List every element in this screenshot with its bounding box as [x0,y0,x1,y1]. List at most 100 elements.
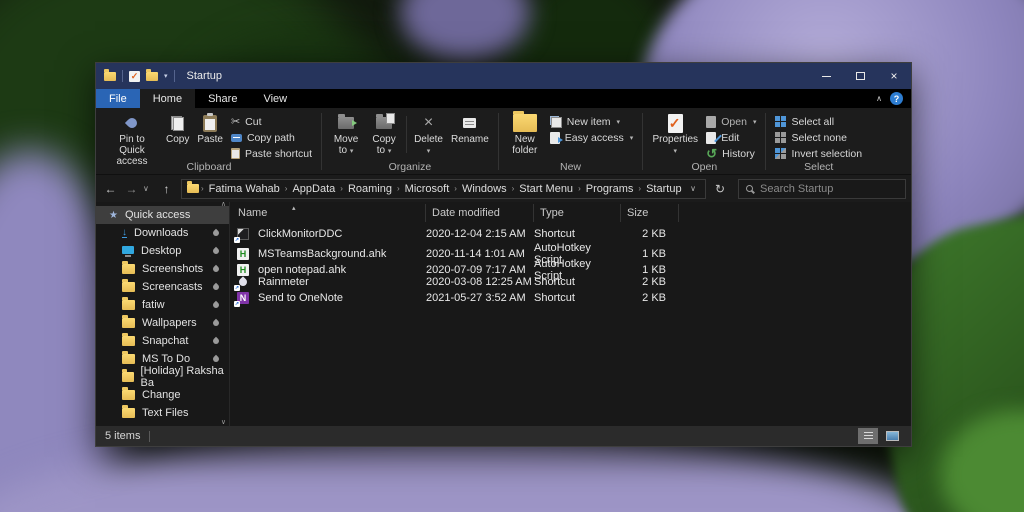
new-folder-icon [513,114,537,132]
toolbar-separator [122,70,123,82]
file-row-clickmonitorddc[interactable]: ClickMonitorDDC 2020-12-04 2:15 AM Short… [236,226,911,242]
file-date: 2020-03-08 12:25 AM [426,276,534,288]
button-label: Properties [652,134,698,145]
sidebar-item-text-files[interactable]: Text Files [96,404,229,422]
history-button[interactable]: ↺ History [702,146,760,161]
file-row-open-notepad[interactable]: open notepad.ahk 2020-07-09 7:17 AM Auto… [236,258,911,274]
tab-home[interactable]: Home [140,89,195,108]
button-label: Edit [721,132,739,144]
file-name: open notepad.ahk [258,264,426,276]
toolbar-separator [174,70,175,82]
file-row-send-to-onenote[interactable]: Send to OneNote 2021-05-27 3:52 AM Short… [236,290,911,306]
invert-selection-button[interactable]: Invert selection [771,146,866,161]
copy-button[interactable]: Copy [162,110,193,145]
tab-view[interactable]: View [250,89,300,108]
pin-to-quick-access-button[interactable]: Pin to Quick access [102,110,162,167]
minimize-button[interactable] [809,63,843,89]
paste-shortcut-button[interactable]: Paste shortcut [227,146,316,161]
cut-button[interactable]: ✂ Cut [227,114,316,129]
copy-path-button[interactable]: Copy path [227,130,316,145]
new-folder-button[interactable]: New folder [504,110,546,156]
back-button[interactable]: ← [101,182,120,196]
file-row-rainmeter[interactable]: Rainmeter 2020-03-08 12:25 AM Shortcut 2… [236,274,911,290]
folder-icon [122,390,135,400]
dropdown-caret-icon: ▾ [414,146,443,157]
search-input[interactable] [760,183,898,195]
tab-share[interactable]: Share [195,89,250,108]
details-view-button[interactable] [858,428,878,444]
sidebar-item-quick-access[interactable]: ★ Quick access [96,206,229,224]
file-size: 2 KB [621,228,679,240]
properties-button[interactable]: ✓ Properties ▾ [648,110,702,157]
column-header-name[interactable]: ▴ Name [236,204,426,222]
thumbnails-view-icon [886,431,899,441]
sidebar-item-label: Quick access [125,209,190,221]
forward-button[interactable]: → [122,182,141,196]
sidebar-item-screencasts[interactable]: Screencasts [96,278,229,296]
sidebar-item-downloads[interactable]: ↓ Downloads [96,224,229,242]
tab-file[interactable]: File [96,89,140,108]
folder-icon [122,318,135,328]
customize-toolbar-caret-icon[interactable]: ▾ [164,72,168,80]
up-button[interactable]: ↑ [157,182,176,196]
open-button[interactable]: Open ▾ [702,114,760,129]
file-type: Shortcut [534,276,621,288]
copy-to-button[interactable]: Copy to ▾ [365,110,403,157]
pin-icon [212,301,220,309]
properties-quick-button[interactable]: ✓ [129,71,140,82]
new-item-button[interactable]: New item ▾ [546,114,637,129]
breadcrumb-segment[interactable]: Startup [643,183,684,195]
breadcrumb-segment[interactable]: Fatima Wahab [206,183,283,195]
paste-button[interactable]: Paste [193,110,227,145]
group-label: Select [767,161,870,173]
breadcrumb-segment[interactable]: Roaming [345,183,395,195]
new-folder-quick-button[interactable] [146,72,158,81]
select-all-button[interactable]: Select all [771,114,866,129]
column-header-date-modified[interactable]: Date modified [426,204,534,222]
breadcrumb-segment[interactable]: Windows [459,183,510,195]
collapse-ribbon-icon[interactable]: ∧ [876,94,882,103]
recent-locations-caret-icon[interactable]: ∨ [143,184,155,193]
edit-button[interactable]: Edit [702,130,760,145]
search-box[interactable] [738,179,906,199]
sidebar-item-snapchat[interactable]: Snapchat [96,332,229,350]
close-button[interactable]: × [877,63,911,89]
sidebar-scroll-down-icon[interactable]: ∨ [221,418,226,426]
address-dropdown-caret-icon[interactable]: ∨ [686,184,700,193]
help-icon[interactable]: ? [890,92,903,105]
sort-ascending-icon: ▴ [292,200,296,218]
sidebar-item-wallpapers[interactable]: Wallpapers [96,314,229,332]
history-icon: ↺ [706,146,717,162]
select-none-button[interactable]: Select none [771,130,866,145]
thumbnails-view-button[interactable] [882,428,902,444]
maximize-button[interactable] [843,63,877,89]
column-header-size[interactable]: Size [621,204,679,222]
ribbon-separator [498,113,499,170]
column-header-label: Name [238,207,267,219]
check-icon: ✓ [669,115,681,132]
sidebar-item-desktop[interactable]: Desktop [96,242,229,260]
breadcrumb-segment[interactable]: AppData [289,183,338,195]
breadcrumb-segment[interactable]: Microsoft [402,183,453,195]
delete-button[interactable]: × Delete ▾ [410,110,447,157]
sidebar-item-screenshots[interactable]: Screenshots [96,260,229,278]
window-folder-icon [104,72,116,81]
rename-button[interactable]: Rename [447,110,493,145]
copy-path-icon [231,134,242,142]
file-date: 2021-05-27 3:52 AM [426,292,534,304]
column-header-empty [679,204,911,222]
breadcrumb[interactable]: › Fatima Wahab › AppData › Roaming › Mic… [181,179,706,199]
easy-access-button[interactable]: Easy access ▾ [546,130,637,145]
sidebar-item-holiday-raksha[interactable]: [Holiday] Raksha Ba [96,368,229,386]
move-to-button[interactable]: Move to ▾ [327,110,365,157]
column-header-type[interactable]: Type [534,204,621,222]
breadcrumb-segment[interactable]: Programs [583,183,637,195]
sidebar-item-label: Screenshots [142,263,203,275]
file-row-msteamsbackground[interactable]: MSTeamsBackground.ahk 2020-11-14 1:01 AM… [236,242,911,258]
refresh-icon[interactable]: ↻ [708,182,732,196]
breadcrumb-segment[interactable]: Start Menu [516,183,576,195]
pin-icon [212,319,220,327]
folder-icon [122,300,135,310]
sidebar-item-change[interactable]: Change [96,386,229,404]
sidebar-item-fatiw[interactable]: fatiw [96,296,229,314]
